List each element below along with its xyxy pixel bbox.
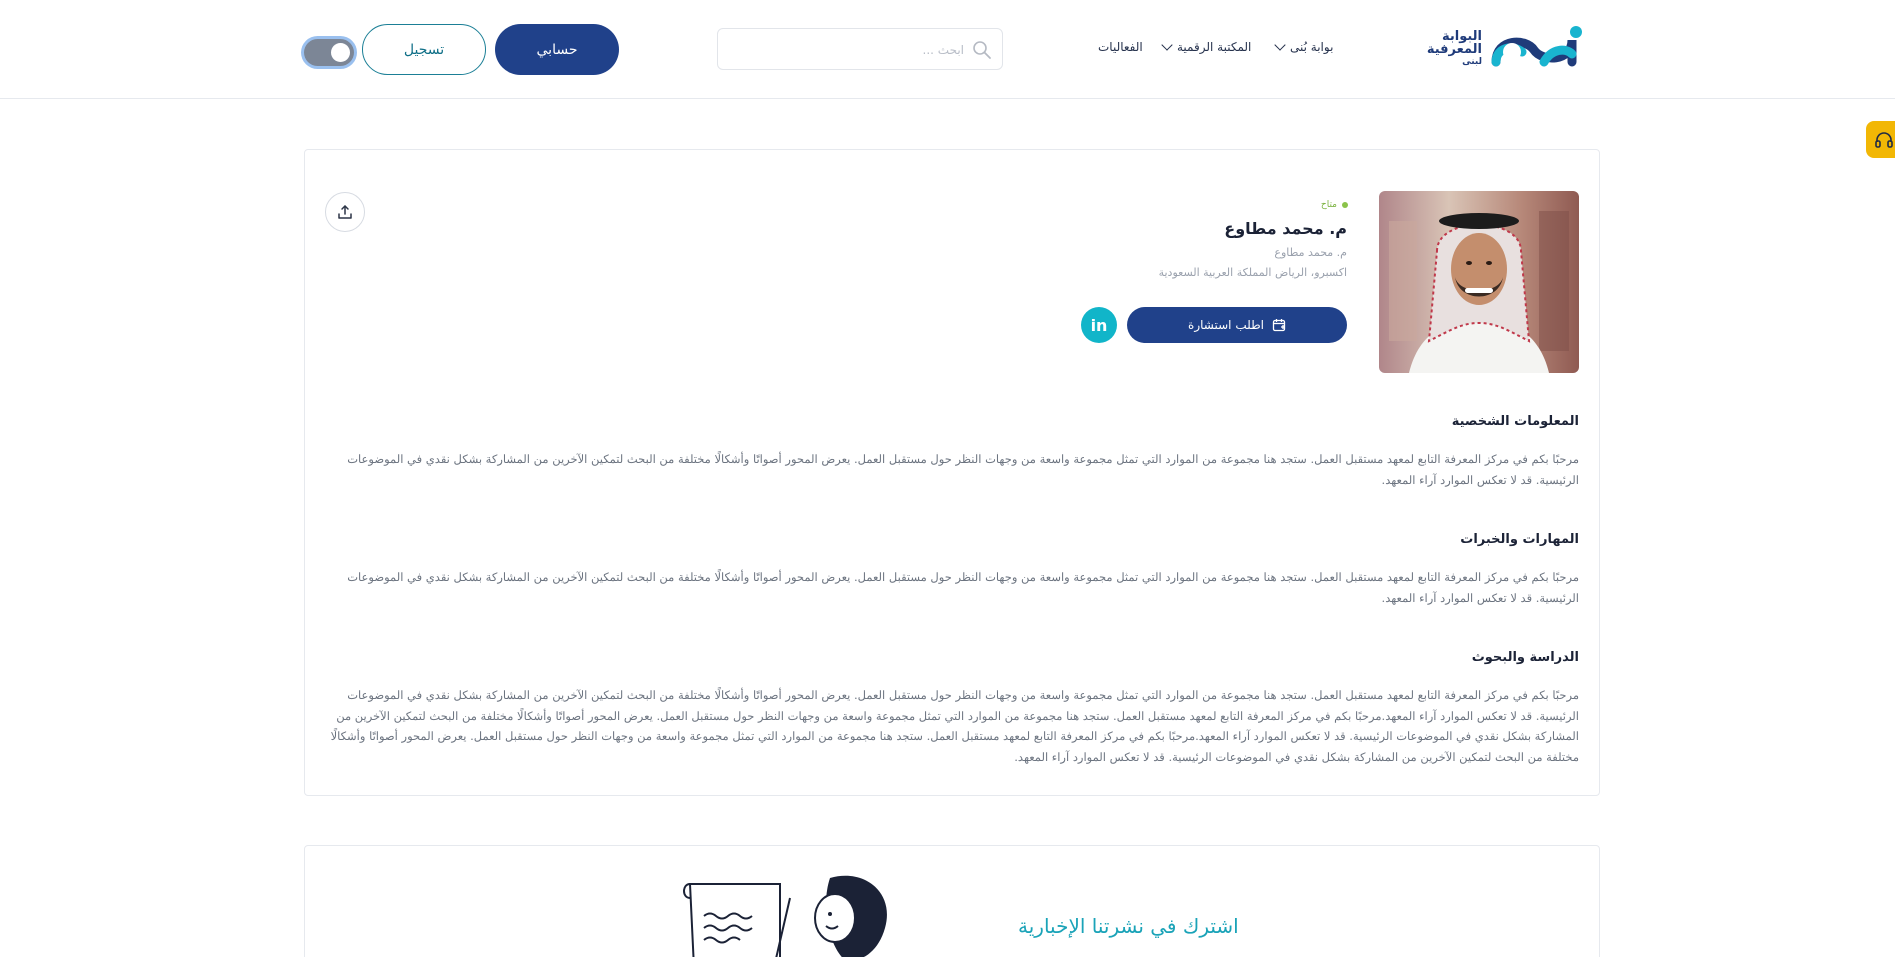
toggle-knob (331, 43, 350, 62)
status-text: متاح (1320, 200, 1337, 210)
linkedin-label: in (1090, 315, 1108, 335)
section-title-skills: المهارات والخبرات (1460, 532, 1579, 547)
share-icon (338, 205, 352, 219)
section-title-research: الدراسة والبحوث (1471, 650, 1579, 665)
logo-mark-icon (1491, 26, 1582, 67)
site-header: البوابة المعرفية لبنى بوابة بُنى المكتبة… (0, 0, 1895, 99)
newsletter-card (304, 845, 1600, 957)
nav-item-buna-portal[interactable]: بوابة بُنى (1274, 39, 1334, 54)
nav-label-events: الفعاليات (1098, 40, 1143, 54)
nav-label-digital-library: المكتبة الرقمية (1177, 40, 1252, 54)
section-body-research: مرحبًا بكم في مركز المعرفة التابع لمعهد … (330, 688, 1579, 764)
consult-button-label: اطلب استشارة (1188, 318, 1264, 332)
search-icon[interactable] (972, 40, 992, 60)
logo-line-2: المعرفية (1426, 42, 1482, 57)
site-logo[interactable]: البوابة المعرفية لبنى (1418, 22, 1586, 74)
chevron-down-icon (1274, 39, 1286, 51)
logo-line-3: لبنى (1462, 57, 1482, 67)
headphones-icon (1875, 131, 1893, 148)
chevron-down-icon (1161, 39, 1173, 51)
request-consultation-button[interactable]: اطلب استشارة (1127, 307, 1347, 343)
nav-item-digital-library[interactable]: المكتبة الرقمية (1161, 39, 1252, 54)
section-body-personal-info: مرحبًا بكم في مركز المعرفة التابع لمعهد … (347, 452, 1579, 487)
nav-item-events[interactable]: الفعاليات (1098, 40, 1143, 54)
my-account-button[interactable]: حسابي (495, 24, 619, 75)
theme-toggle[interactable] (304, 39, 354, 66)
register-button[interactable]: تسجيل (362, 24, 486, 75)
search-input[interactable] (764, 39, 964, 61)
newsletter-illustration (680, 868, 905, 957)
newsletter-title: اشترك في نشرتنا الإخبارية (1018, 914, 1239, 938)
calendar-add-icon (1272, 319, 1286, 332)
section-body-skills: مرحبًا بكم في مركز المعرفة التابع لمعهد … (347, 570, 1579, 605)
availability-status: متاح (1200, 200, 1348, 210)
search-box (717, 28, 1003, 70)
section-title-personal-info: المعلومات الشخصية (1451, 414, 1579, 429)
profile-location: اكسبرو، الرياض المملكة العربية السعودية (1158, 266, 1347, 279)
logo-text: البوابة المعرفية لبنى (1427, 30, 1482, 69)
linkedin-icon[interactable]: in (1081, 307, 1117, 343)
profile-subtitle: م. محمد مطاوع (1274, 246, 1347, 259)
nav-label-buna-portal: بوابة بُنى (1290, 40, 1334, 54)
status-dot-icon (1342, 202, 1348, 208)
profile-name: م. محمد مطاوع (1224, 219, 1347, 238)
share-button[interactable] (325, 192, 365, 232)
profile-photo (1379, 191, 1579, 373)
support-tab[interactable] (1866, 121, 1895, 158)
